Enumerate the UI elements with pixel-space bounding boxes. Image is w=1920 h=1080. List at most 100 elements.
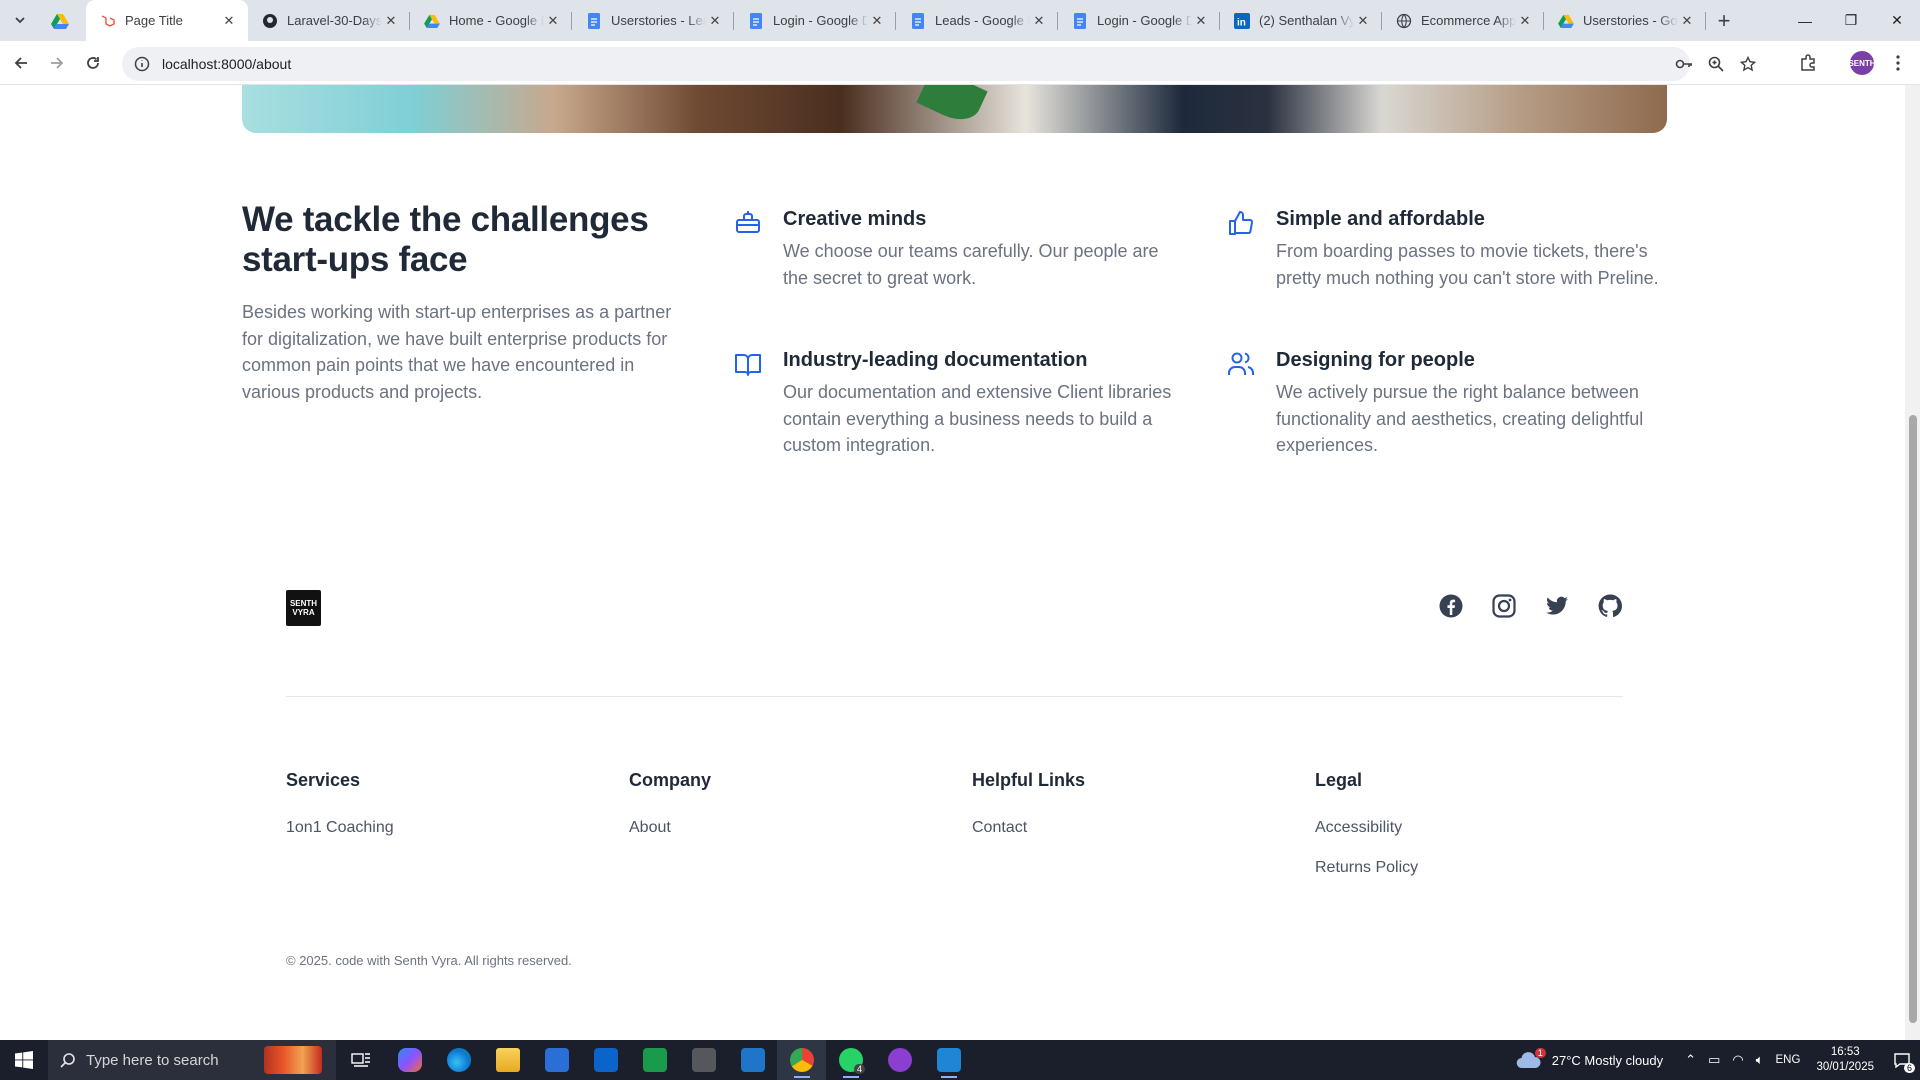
- volume-icon[interactable]: 🔈︎: [1756, 1052, 1764, 1068]
- footer-heading: Legal: [1315, 770, 1363, 790]
- browser-tab[interactable]: Login - Google D ✕: [1058, 0, 1220, 41]
- taskbar-app-explorer[interactable]: [483, 1040, 532, 1080]
- clock-time: 16:53: [1830, 1046, 1860, 1058]
- address-bar[interactable]: localhost:8000/about: [122, 47, 1756, 81]
- taskbar-app-brackets[interactable]: [630, 1040, 679, 1080]
- vscode-icon: [936, 1048, 961, 1072]
- password-key-button[interactable]: [1670, 47, 1698, 81]
- restore-button[interactable]: ❐: [1828, 0, 1874, 41]
- footer-link-coaching[interactable]: 1on1 Coaching: [286, 818, 586, 838]
- laravel-icon: [100, 13, 116, 29]
- page-scrollbar[interactable]: [1905, 85, 1920, 1040]
- key-icon: [1675, 59, 1692, 69]
- wifi-icon[interactable]: ◠: [1732, 1052, 1743, 1068]
- close-tab-icon[interactable]: ✕: [544, 12, 562, 30]
- taskbar-app-copilot[interactable]: [385, 1040, 434, 1080]
- feature-text: Our documentation and extensive Client l…: [783, 382, 1172, 455]
- book-icon: [735, 354, 761, 376]
- clock[interactable]: 16:53 30/01/2025: [1816, 1045, 1874, 1075]
- close-tab-icon[interactable]: ✕: [220, 12, 238, 30]
- taskbar-app-outlook[interactable]: [581, 1040, 630, 1080]
- feature-title: Simple and affordable: [1276, 208, 1485, 230]
- globe-icon: [1396, 13, 1412, 29]
- menu-button[interactable]: [1884, 49, 1912, 77]
- footer-column-helpful-links: Helpful Links Contact: [972, 768, 1272, 858]
- extensions-button[interactable]: [1794, 49, 1822, 77]
- task-view-button[interactable]: [336, 1040, 385, 1080]
- section-description: Besides working with start-up enterprise…: [242, 302, 672, 402]
- footer-link-about[interactable]: About: [629, 818, 929, 838]
- footer-link-accessibility[interactable]: Accessibility: [1315, 818, 1615, 838]
- close-window-button[interactable]: ✕: [1874, 0, 1920, 41]
- browser-tab[interactable]: Leads - Google D ✕: [896, 0, 1058, 41]
- twitter-link[interactable]: [1544, 593, 1570, 619]
- profile-avatar[interactable]: SENTH: [1848, 51, 1876, 75]
- browser-toolbar: localhost:8000/about SENTH: [0, 41, 1920, 85]
- taskbar-app-edge[interactable]: [434, 1040, 483, 1080]
- drive-icon: [424, 13, 440, 29]
- weather-widget[interactable]: 1 27°C Mostly cloudy: [1515, 1048, 1663, 1069]
- tab-list: Page Title ✕ Laravel-30-Days/✕ Home - Googl…: [86, 0, 1742, 41]
- taskbar-app-vscode[interactable]: [924, 1040, 973, 1080]
- browser-tab[interactable]: Userstories - Goo ✕: [1544, 0, 1706, 41]
- taskbar-app-github[interactable]: [875, 1040, 924, 1080]
- close-tab-icon[interactable]: ✕: [1192, 12, 1210, 30]
- browser-tab[interactable]: Ecommerce App ✕: [1382, 0, 1544, 41]
- footer-link-returns-policy[interactable]: Returns Policy: [1315, 858, 1615, 878]
- zoom-button[interactable]: [1702, 47, 1730, 81]
- start-button[interactable]: [0, 1040, 48, 1080]
- close-tab-icon[interactable]: ✕: [382, 12, 400, 30]
- pinned-tab[interactable]: [44, 6, 76, 36]
- windows-taskbar: Type here to search 4 1 27°C Mostly clou…: [0, 1040, 1920, 1080]
- tab-title: Userstories - Goo: [1583, 13, 1678, 28]
- scrollbar-thumb[interactable]: [1909, 415, 1917, 1023]
- bookmark-button[interactable]: [1734, 47, 1762, 81]
- footer-logo[interactable]: SENTH VYRA: [286, 590, 321, 626]
- facebook-link[interactable]: [1438, 593, 1464, 619]
- taskbar-app-store[interactable]: [532, 1040, 581, 1080]
- github-link[interactable]: [1597, 593, 1623, 619]
- reload-icon: [87, 57, 99, 69]
- taskbar-search[interactable]: Type here to search: [48, 1040, 336, 1080]
- close-tab-icon[interactable]: ✕: [868, 12, 886, 30]
- browser-tab[interactable]: in (2) Senthalan Vy ✕: [1220, 0, 1382, 41]
- taskbar-app-l[interactable]: [679, 1040, 728, 1080]
- browser-tab[interactable]: Page Title ✕: [86, 0, 248, 41]
- tab-search-button[interactable]: [8, 8, 32, 32]
- edge-icon: [446, 1048, 471, 1072]
- weather-badge: 1: [1534, 1048, 1546, 1058]
- footer-link-contact[interactable]: Contact: [972, 818, 1272, 838]
- close-tab-icon[interactable]: ✕: [1030, 12, 1048, 30]
- taskbar-app-media[interactable]: [728, 1040, 777, 1080]
- tab-title: Laravel-30-Days/: [287, 13, 382, 28]
- brackets-icon: [642, 1048, 667, 1072]
- feature-text: We choose our teams carefully. Our peopl…: [783, 241, 1159, 288]
- browser-tab[interactable]: Login - Google D ✕: [734, 0, 896, 41]
- meet-now-icon[interactable]: ▭: [1708, 1052, 1720, 1068]
- instagram-icon: [1492, 594, 1516, 618]
- docs-icon: [748, 12, 764, 29]
- browser-tab[interactable]: Home - Google D ✕: [410, 0, 572, 41]
- close-tab-icon[interactable]: ✕: [706, 12, 724, 30]
- taskbar-app-chrome[interactable]: [777, 1040, 826, 1080]
- back-button[interactable]: [7, 49, 35, 77]
- tab-title: Userstories - Lea: [611, 13, 706, 28]
- close-tab-icon[interactable]: ✕: [1516, 12, 1534, 30]
- search-icon: [60, 1053, 75, 1068]
- taskbar-search-placeholder: Type here to search: [86, 1051, 219, 1069]
- github-icon: [262, 13, 278, 29]
- new-tab-button[interactable]: +: [1706, 0, 1742, 41]
- forward-button[interactable]: [43, 49, 71, 77]
- browser-tab[interactable]: Userstories - Lea ✕: [572, 0, 734, 41]
- minimize-button[interactable]: —: [1782, 0, 1828, 41]
- browser-tab[interactable]: Laravel-30-Days/✕: [248, 0, 410, 41]
- language-indicator[interactable]: ENG: [1776, 1054, 1801, 1066]
- notification-center-button[interactable]: 6: [1884, 1040, 1920, 1080]
- logo-text: SENTH VYRA: [289, 599, 318, 617]
- taskbar-app-whatsapp[interactable]: 4: [826, 1040, 875, 1080]
- close-tab-icon[interactable]: ✕: [1354, 12, 1372, 30]
- reload-button[interactable]: [79, 49, 107, 77]
- close-tab-icon[interactable]: ✕: [1678, 12, 1696, 30]
- instagram-link[interactable]: [1491, 593, 1517, 619]
- chevron-up-icon[interactable]: ⌃: [1685, 1052, 1696, 1068]
